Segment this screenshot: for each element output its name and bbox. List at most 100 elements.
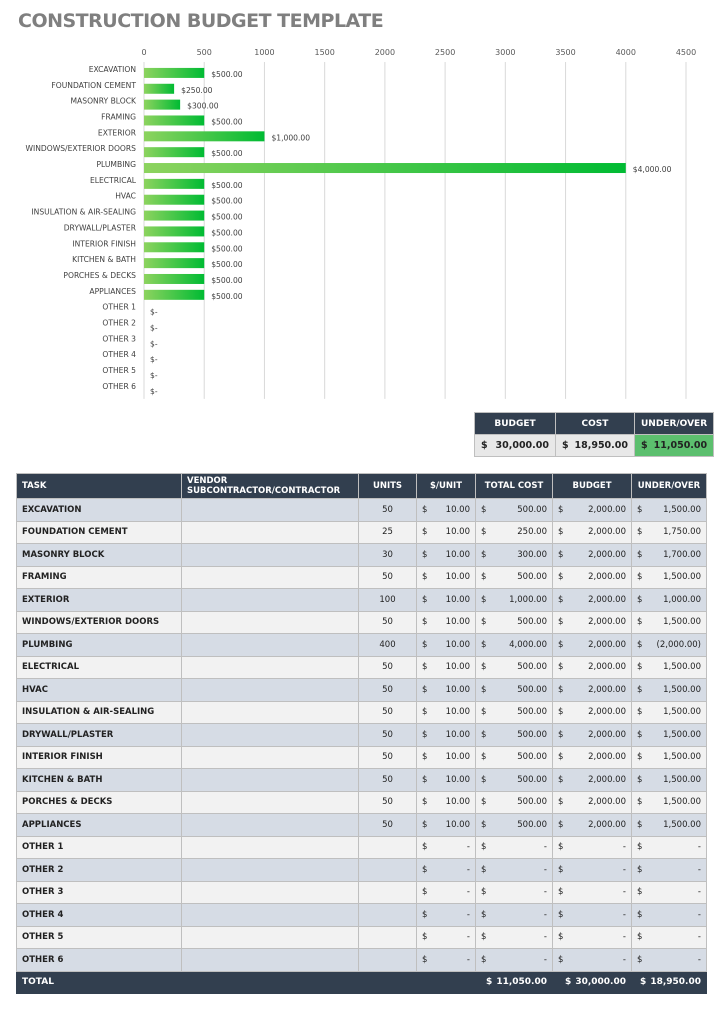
total-cost-cell[interactable]: $ -	[475, 858, 553, 882]
total-cost-cell[interactable]: $ -	[475, 835, 553, 859]
units-cell[interactable]	[358, 880, 417, 904]
vendor-cell[interactable]	[181, 723, 359, 747]
total-cost-cell[interactable]: $500.00	[475, 700, 553, 724]
budget-cell[interactable]: $ -	[552, 858, 632, 882]
budget-cell[interactable]: $2,000.00	[552, 610, 632, 634]
under-over-cell[interactable]: $1,500.00	[631, 678, 707, 702]
vendor-cell[interactable]	[181, 565, 359, 589]
budget-cell[interactable]: $2,000.00	[552, 588, 632, 612]
units-cell[interactable]	[358, 925, 417, 949]
total-cost-cell[interactable]: $ -	[475, 925, 553, 949]
under-over-cell[interactable]: $1,500.00	[631, 768, 707, 792]
total-cost-cell[interactable]: $500.00	[475, 813, 553, 837]
per-unit-cell[interactable]: $10.00	[416, 790, 476, 814]
per-unit-cell[interactable]: $ -	[416, 835, 476, 859]
per-unit-cell[interactable]: $ -	[416, 858, 476, 882]
under-over-cell[interactable]: $ -	[631, 880, 707, 904]
vendor-cell[interactable]	[181, 880, 359, 904]
task-cell[interactable]: OTHER 1	[16, 835, 182, 859]
per-unit-cell[interactable]: $ -	[416, 925, 476, 949]
task-cell[interactable]: OTHER 2	[16, 858, 182, 882]
under-over-cell[interactable]: $1,750.00	[631, 520, 707, 544]
vendor-cell[interactable]	[181, 790, 359, 814]
budget-cell[interactable]: $2,000.00	[552, 543, 632, 567]
task-cell[interactable]: FOUNDATION CEMENT	[16, 520, 182, 544]
vendor-cell[interactable]	[181, 768, 359, 792]
task-cell[interactable]: PLUMBING	[16, 633, 182, 657]
units-cell[interactable]: 50	[358, 790, 417, 814]
vendor-cell[interactable]	[181, 925, 359, 949]
task-cell[interactable]: WINDOWS/EXTERIOR DOORS	[16, 610, 182, 634]
budget-cell[interactable]: $2,000.00	[552, 655, 632, 679]
units-cell[interactable]: 25	[358, 520, 417, 544]
units-cell[interactable]	[358, 903, 417, 927]
per-unit-cell[interactable]: $10.00	[416, 723, 476, 747]
vendor-cell[interactable]	[181, 835, 359, 859]
per-unit-cell[interactable]: $10.00	[416, 813, 476, 837]
total-cost-cell[interactable]: $4,000.00	[475, 633, 553, 657]
total-cost-cell[interactable]: $ -	[475, 880, 553, 904]
under-over-cell[interactable]: $1,700.00	[631, 543, 707, 567]
vendor-cell[interactable]	[181, 498, 359, 522]
under-over-cell[interactable]: $ (2,000.00)	[631, 633, 707, 657]
task-cell[interactable]: DRYWALL/PLASTER	[16, 723, 182, 747]
vendor-cell[interactable]	[181, 903, 359, 927]
total-cost-cell[interactable]: $500.00	[475, 678, 553, 702]
per-unit-cell[interactable]: $10.00	[416, 745, 476, 769]
total-cost-cell[interactable]: $1,000.00	[475, 588, 553, 612]
under-over-cell[interactable]: $1,500.00	[631, 655, 707, 679]
budget-cell[interactable]: $ -	[552, 880, 632, 904]
budget-cell[interactable]: $ -	[552, 835, 632, 859]
total-cost-cell[interactable]: $500.00	[475, 790, 553, 814]
vendor-cell[interactable]	[181, 745, 359, 769]
task-cell[interactable]: INSULATION & AIR-SEALING	[16, 700, 182, 724]
under-over-cell[interactable]: $1,500.00	[631, 745, 707, 769]
under-over-cell[interactable]: $ -	[631, 835, 707, 859]
per-unit-cell[interactable]: $10.00	[416, 520, 476, 544]
budget-cell[interactable]: $2,000.00	[552, 745, 632, 769]
under-over-cell[interactable]: $1,000.00	[631, 588, 707, 612]
vendor-cell[interactable]	[181, 520, 359, 544]
task-cell[interactable]: APPLIANCES	[16, 813, 182, 837]
under-over-cell[interactable]: $1,500.00	[631, 700, 707, 724]
total-cost-cell[interactable]: $500.00	[475, 723, 553, 747]
task-cell[interactable]: OTHER 6	[16, 948, 182, 972]
under-over-cell[interactable]: $ -	[631, 925, 707, 949]
task-cell[interactable]: ELECTRICAL	[16, 655, 182, 679]
units-cell[interactable]	[358, 858, 417, 882]
vendor-cell[interactable]	[181, 633, 359, 657]
total-cost-cell[interactable]: $250.00	[475, 520, 553, 544]
vendor-cell[interactable]	[181, 543, 359, 567]
task-cell[interactable]: OTHER 5	[16, 925, 182, 949]
task-cell[interactable]: EXTERIOR	[16, 588, 182, 612]
under-over-cell[interactable]: $1,500.00	[631, 565, 707, 589]
total-cost-cell[interactable]: $500.00	[475, 655, 553, 679]
under-over-cell[interactable]: $1,500.00	[631, 790, 707, 814]
budget-cell[interactable]: $2,000.00	[552, 520, 632, 544]
total-cost-cell[interactable]: $500.00	[475, 498, 553, 522]
task-cell[interactable]: EXCAVATION	[16, 498, 182, 522]
per-unit-cell[interactable]: $10.00	[416, 633, 476, 657]
per-unit-cell[interactable]: $10.00	[416, 610, 476, 634]
per-unit-cell[interactable]: $10.00	[416, 768, 476, 792]
summary-under-over-cell[interactable]: $11,050.00	[633, 434, 715, 457]
vendor-cell[interactable]	[181, 655, 359, 679]
vendor-cell[interactable]	[181, 948, 359, 972]
vendor-cell[interactable]	[181, 610, 359, 634]
total-cost-cell[interactable]: $ -	[475, 903, 553, 927]
under-over-cell[interactable]: $ -	[631, 903, 707, 927]
task-cell[interactable]: INTERIOR FINISH	[16, 745, 182, 769]
budget-cell[interactable]: $2,000.00	[552, 790, 632, 814]
budget-cell[interactable]: $ -	[552, 948, 632, 972]
units-cell[interactable]: 30	[358, 543, 417, 567]
total-cost-cell[interactable]: $ -	[475, 948, 553, 972]
under-over-cell[interactable]: $1,500.00	[631, 498, 707, 522]
units-cell[interactable]: 100	[358, 588, 417, 612]
vendor-cell[interactable]	[181, 678, 359, 702]
task-cell[interactable]: FRAMING	[16, 565, 182, 589]
total-cost-cell[interactable]: $300.00	[475, 543, 553, 567]
task-cell[interactable]: OTHER 4	[16, 903, 182, 927]
total-cost-cell[interactable]: $500.00	[475, 745, 553, 769]
under-over-cell[interactable]: $1,500.00	[631, 723, 707, 747]
vendor-cell[interactable]	[181, 858, 359, 882]
